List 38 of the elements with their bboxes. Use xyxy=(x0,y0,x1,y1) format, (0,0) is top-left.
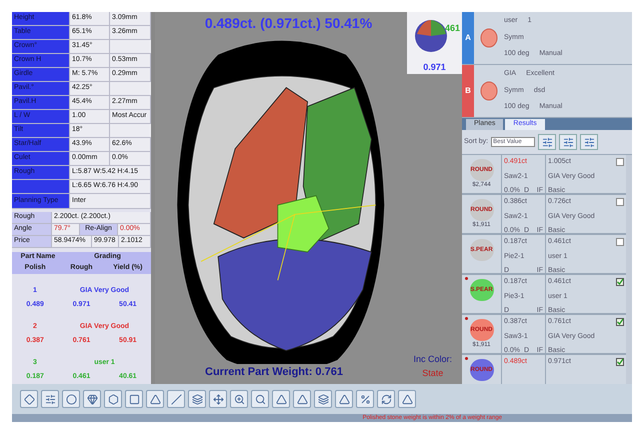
select-checkbox[interactable] xyxy=(616,278,624,286)
select-checkbox[interactable] xyxy=(616,358,624,366)
sort-option-icon[interactable] xyxy=(559,134,578,150)
sort-option-icon[interactable] xyxy=(580,134,598,150)
weight-summary: 0.489ct. (0.971ct.) 50.41% xyxy=(204,14,372,33)
thumbnail-label: 461 xyxy=(444,22,460,35)
thumbnail-label: 0.971 xyxy=(423,60,446,74)
toolbar-tool-icon[interactable] xyxy=(20,390,38,408)
select-checkbox[interactable] xyxy=(616,318,624,326)
toolbar-tool-icon[interactable] xyxy=(167,390,185,408)
toolbar-tool-icon[interactable] xyxy=(41,390,59,408)
select-checkbox[interactable] xyxy=(616,238,624,246)
toolbar-tool-icon[interactable] xyxy=(377,390,395,408)
stone-tag[interactable]: A xyxy=(462,12,474,64)
gem-outline-icon xyxy=(480,81,498,101)
toolbar-tool-icon[interactable] xyxy=(188,390,206,408)
toolbar-tool-icon[interactable] xyxy=(272,390,290,408)
toolbar-tool-icon[interactable] xyxy=(62,390,80,408)
toolbar-tool-icon[interactable] xyxy=(293,390,311,408)
current-part-weight: Current Part Weight: 0.761 xyxy=(205,364,343,380)
select-checkbox[interactable] xyxy=(616,198,624,206)
toolbar-tool-icon[interactable] xyxy=(104,390,122,408)
toolbar-tool-icon[interactable] xyxy=(335,390,353,408)
sort-option-icon[interactable] xyxy=(538,134,556,150)
stone-tag[interactable]: B xyxy=(462,65,474,117)
toolbar-tool-icon[interactable] xyxy=(356,390,374,408)
select-checkbox[interactable] xyxy=(616,158,624,166)
inc-color-label: Inc Color: xyxy=(413,353,452,366)
toolbar-tool-icon[interactable] xyxy=(125,390,143,408)
gem-outline-icon xyxy=(480,28,498,48)
inc-color-value: State xyxy=(422,366,444,380)
toolbar-tool-icon[interactable] xyxy=(398,390,416,408)
toolbar-tool-icon[interactable] xyxy=(314,390,332,408)
toolbar-tool-icon[interactable] xyxy=(83,390,101,408)
toolbar-tool-icon[interactable] xyxy=(230,390,248,408)
toolbar-tool-icon[interactable] xyxy=(146,390,164,408)
toolbar-tool-icon[interactable] xyxy=(251,390,269,408)
toolbar-tool-icon[interactable] xyxy=(209,390,227,408)
